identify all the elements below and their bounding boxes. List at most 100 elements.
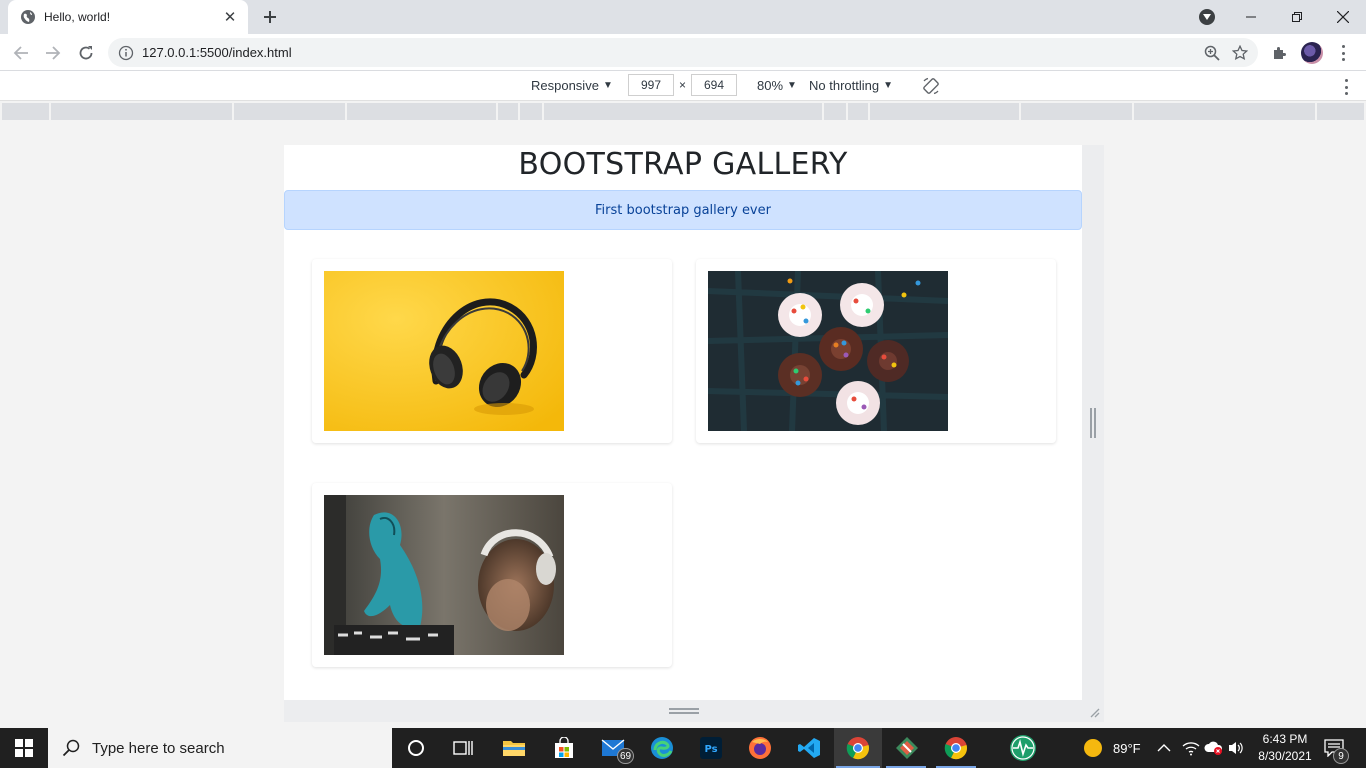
cortana-button[interactable] <box>400 732 432 764</box>
browser-menu-icon[interactable] <box>1335 44 1351 62</box>
close-icon <box>1337 11 1349 23</box>
cloud-error-icon <box>1204 741 1223 755</box>
task-view-icon <box>453 741 473 755</box>
device-label: Responsive <box>531 78 599 93</box>
network-icon[interactable] <box>1182 728 1200 768</box>
firefox-icon <box>749 737 771 759</box>
chevron-down-icon <box>1203 14 1211 20</box>
svg-text:Ps: Ps <box>704 744 717 755</box>
vscode-icon <box>798 738 820 758</box>
info-icon[interactable] <box>118 45 134 61</box>
weather-widget[interactable]: 89°F <box>1083 728 1141 768</box>
show-hidden-icons[interactable] <box>1157 728 1171 768</box>
edge-button[interactable] <box>646 732 678 764</box>
photoshop-button[interactable]: Ps <box>695 732 727 764</box>
caret-down-icon: ▼ <box>602 80 613 91</box>
close-window-button[interactable] <box>1320 0 1366 34</box>
pulse-icon <box>1010 735 1036 761</box>
device-select[interactable]: Responsive ▼ <box>531 78 613 93</box>
forward-button[interactable] <box>40 40 66 66</box>
globe-icon <box>21 10 35 24</box>
vscode-button[interactable] <box>793 732 825 764</box>
url-text[interactable]: 127.0.0.1:5500/index.html <box>142 45 1198 60</box>
task-view-button[interactable] <box>447 732 479 764</box>
arrow-left-icon <box>13 46 28 60</box>
firefox-button[interactable] <box>744 732 776 764</box>
width-input[interactable]: 997 <box>628 74 674 96</box>
browser-tab[interactable]: Hello, world! ✕ <box>8 0 248 34</box>
tab-search-button[interactable] <box>1199 9 1215 25</box>
store-button[interactable] <box>548 732 580 764</box>
media-query-bar[interactable] <box>2 103 1364 120</box>
profile-avatar[interactable] <box>1301 42 1323 64</box>
weather-text: 89°F <box>1113 740 1141 756</box>
viewport-height-resizer[interactable] <box>284 700 1104 722</box>
zoom-select[interactable]: 80% ▼ <box>757 78 797 93</box>
gallery-card <box>312 483 672 667</box>
system-clock[interactable]: 6:43 PM 8/30/2021 <box>1250 731 1320 765</box>
chrome-button[interactable] <box>842 732 874 764</box>
caret-down-icon: ▼ <box>787 80 797 91</box>
throttling-select[interactable]: No throttling ▼ <box>809 78 893 93</box>
cupcakes-image <box>708 271 948 431</box>
caret-down-icon: ▼ <box>883 80 893 91</box>
restore-button[interactable] <box>1274 0 1320 34</box>
windows-logo-icon <box>15 739 33 757</box>
chevron-up-icon <box>1157 744 1171 752</box>
bookmark-button[interactable] <box>1226 39 1254 67</box>
window-controls <box>1228 0 1366 34</box>
address-bar[interactable]: 127.0.0.1:5500/index.html <box>108 38 1258 67</box>
taskbar-search[interactable]: Type here to search <box>48 728 392 768</box>
start-button[interactable] <box>0 728 48 768</box>
git-button[interactable] <box>891 732 923 764</box>
height-input[interactable]: 694 <box>691 74 737 96</box>
sun-icon <box>1084 739 1102 757</box>
cortana-icon <box>408 740 424 756</box>
zoom-button[interactable] <box>1198 39 1226 67</box>
activity-monitor-button[interactable] <box>1007 732 1039 764</box>
zoom-icon <box>1204 45 1220 61</box>
minimize-icon <box>1246 16 1256 18</box>
reload-button[interactable] <box>73 40 99 66</box>
speaker-icon <box>1229 742 1243 754</box>
onedrive-icon[interactable] <box>1204 728 1224 768</box>
reload-icon <box>79 46 93 60</box>
plus-icon <box>264 11 276 23</box>
tab-strip: Hello, world! ✕ <box>0 0 1366 34</box>
extensions-button[interactable] <box>1267 40 1293 66</box>
resize-corner-icon[interactable] <box>1088 706 1100 718</box>
tab-title: Hello, world! <box>44 10 111 24</box>
edge-icon <box>651 737 673 759</box>
viewport-width-resizer[interactable] <box>1082 145 1104 700</box>
chrome-icon <box>944 737 967 760</box>
clock-date: 8/30/2021 <box>1258 749 1312 763</box>
device-toolbar: Responsive ▼ 997 × 694 80% ▼ No throttli… <box>0 71 1366 101</box>
back-button[interactable] <box>8 40 34 66</box>
notification-badge: 9 <box>1333 748 1349 764</box>
file-explorer-button[interactable] <box>498 732 530 764</box>
page-title: BOOTSTRAP GALLERY <box>518 147 848 182</box>
restore-icon <box>1292 12 1302 22</box>
zoom-label: 80% <box>757 78 784 93</box>
clock-time: 6:43 PM <box>1262 732 1308 746</box>
new-tab-button[interactable] <box>258 6 282 28</box>
arrow-right-icon <box>46 46 61 60</box>
device-toolbar-menu-icon[interactable] <box>1339 79 1353 95</box>
minimize-button[interactable] <box>1228 0 1274 34</box>
photoshop-icon: Ps <box>700 737 722 759</box>
rotate-icon[interactable] <box>922 77 940 95</box>
windows-taskbar: Type here to search 69 Ps 89°F 6:43 PM 8… <box>0 728 1366 768</box>
headphones-image <box>324 271 564 431</box>
chrome-secondary-button[interactable] <box>940 732 972 764</box>
volume-icon[interactable] <box>1228 728 1244 768</box>
folder-icon <box>503 741 525 756</box>
git-icon <box>896 737 918 759</box>
emulated-viewport: BOOTSTRAP GALLERY First bootstrap galler… <box>284 145 1082 700</box>
close-tab-icon[interactable]: ✕ <box>222 9 238 26</box>
search-icon <box>62 739 80 757</box>
chrome-icon <box>846 737 869 760</box>
gallery-card <box>312 259 672 443</box>
graffiti-image <box>324 495 564 655</box>
mail-badge: 69 <box>617 748 635 764</box>
browser-toolbar: 127.0.0.1:5500/index.html <box>0 34 1366 71</box>
